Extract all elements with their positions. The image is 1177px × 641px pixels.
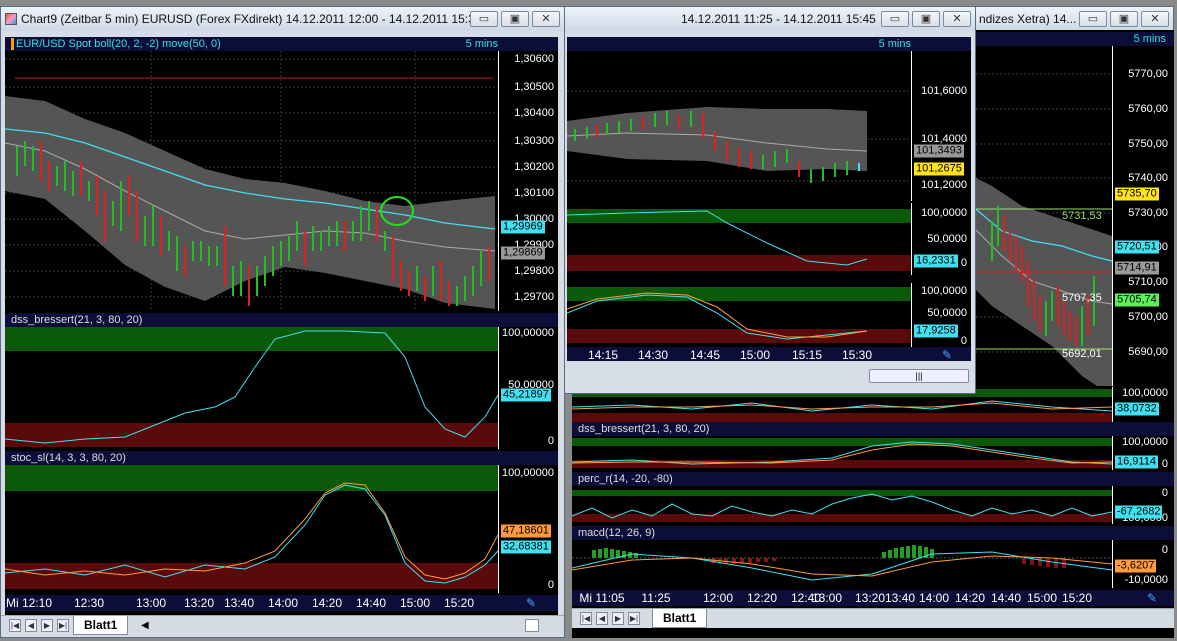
left-stoc-plot: [5, 465, 498, 593]
right-annotation-2: 5707,35: [1062, 292, 1102, 304]
middle-price-plot: [567, 90, 911, 183]
close-button[interactable]: ✕: [943, 11, 971, 27]
middle-osc1-axis: 100,0000 50,0000 0 16,2331: [911, 203, 971, 275]
middle-osc2-plot: [567, 283, 911, 347]
right-dss-plot: [572, 436, 1114, 470]
left-time-axis: Mi 12:10 12:30 13:00 13:20 13:40 14:00 1…: [5, 595, 558, 611]
pen-tool-icon[interactable]: ✎: [526, 595, 536, 611]
tag-gray: 5714,91: [1115, 261, 1159, 275]
sheet-tab-blatt1[interactable]: Blatt1: [73, 616, 129, 635]
pen-tool-icon[interactable]: ✎: [942, 347, 952, 361]
left-price-plot: [5, 51, 498, 311]
last-sheet-button[interactable]: ▶|: [628, 612, 640, 625]
sheet-tab-blatt1[interactable]: Blatt1: [652, 609, 708, 628]
tag-yellow: 5735,70: [1115, 187, 1159, 201]
minimize-button[interactable]: ▭: [470, 11, 498, 27]
next-sheet-button[interactable]: ▶: [612, 612, 624, 625]
close-button[interactable]: ✕: [532, 11, 560, 27]
right-interval: 5 mins: [1133, 33, 1166, 45]
tag-cyan: 5720,51: [1115, 240, 1159, 254]
middle-osc2-axis: 100,0000 50,0000 0 17,9258: [911, 283, 971, 347]
right-perc-plot: [572, 486, 1114, 524]
right-time-axis: Mi 11:05 11:25 12:00 12:20 12:40 13:00 1…: [572, 590, 1174, 606]
prev-sheet-button[interactable]: ◀: [25, 619, 37, 632]
right-macd-header: macd(12, 26, 9): [572, 526, 1174, 540]
left-stoc-axis: 100,00000 0 47,18601 32,68381: [498, 465, 558, 593]
last-sheet-button[interactable]: ▶|: [57, 619, 69, 632]
right-macd-axis: 0 -10,0000 -3,6207: [1112, 540, 1172, 588]
middle-window-titlebar[interactable]: 14.12.2011 11:25 - 14.12.2011 15:45 ▭ ▣ …: [561, 7, 975, 31]
right-dss-axis: 100,0000 0 16,9114: [1112, 436, 1172, 470]
minimize-button[interactable]: ▭: [881, 11, 909, 27]
maximize-button[interactable]: ▣: [912, 11, 940, 27]
left-chart-window: Chart9 (Zeitbar 5 min) EURUSD (Forex FXd…: [0, 6, 565, 638]
left-dss-axis: 100,00000 50,00000 0 45,21897: [498, 327, 558, 449]
middle-time-axis: 14:15 14:30 14:45 15:00 15:15 15:30 ✎: [567, 347, 971, 361]
left-window-titlebar[interactable]: Chart9 (Zeitbar 5 min) EURUSD (Forex FXd…: [1, 7, 564, 31]
minimize-button[interactable]: ▭: [1079, 11, 1107, 27]
tag-green: 5705,74: [1115, 293, 1159, 307]
first-sheet-button[interactable]: |◀: [9, 619, 21, 632]
left-chart-area: EUR/USD Spot boll(20, 2, -2) move(50, 0)…: [5, 37, 558, 615]
prev-sheet-button[interactable]: ◀: [596, 612, 608, 625]
right-perc-header: perc_r(14, -20, -80): [572, 472, 1174, 486]
right-dss-header: dss_bressert(21, 3, 80, 20): [572, 422, 1174, 436]
left-window-title: Chart9 (Zeitbar 5 min) EURUSD (Forex FXd…: [21, 12, 482, 26]
left-dss-header: dss_bressert(21, 3, 80, 20): [5, 313, 558, 327]
maximize-button[interactable]: ▣: [501, 11, 529, 27]
left-sheet-tabs: |◀ ◀ ▶ ▶| Blatt1 ◀: [1, 615, 564, 635]
chart-app-icon: [5, 13, 17, 25]
left-price-header: EUR/USD Spot boll(20, 2, -2) move(50, 0)…: [5, 37, 558, 51]
middle-osc1-plot: [567, 203, 911, 275]
right-sheet-tabs: |◀ ◀ ▶ ▶| Blatt1: [572, 608, 1174, 628]
left-stoc-header: stoc_sl(14, 3, 3, 80, 20): [5, 451, 558, 465]
right-macd-plot: [572, 540, 1114, 588]
right-price-axis: 5770,00 5760,00 5750,00 5740,00 5730,00 …: [1112, 46, 1172, 386]
middle-price-axis: 101,6000 101,4000 101,3493 101,2675 101,…: [911, 51, 971, 201]
price-tag-cyan: 1,29969: [501, 220, 545, 234]
right-annotation-3: 5692,01: [1062, 348, 1102, 360]
scroll-left-arrow[interactable]: ◀: [141, 620, 149, 631]
right-perc-axis: 0 -100,0000 -67,2682: [1112, 486, 1172, 524]
close-button[interactable]: ✕: [1141, 11, 1169, 27]
left-dss-plot: [5, 327, 498, 449]
next-sheet-button[interactable]: ▶: [41, 619, 53, 632]
price-tag-gray: 1,29869: [501, 246, 545, 260]
right-window-title: ndizes Xetra) 14...: [979, 12, 1077, 26]
middle-price-header: 5 mins: [567, 37, 971, 51]
scroll-thumb[interactable]: [525, 619, 539, 632]
middle-horizontal-scrollbar[interactable]: |||: [869, 369, 969, 383]
pen-tool-icon[interactable]: ✎: [1147, 590, 1157, 606]
middle-chart-window: 14.12.2011 11:25 - 14.12.2011 15:45 ▭ ▣ …: [560, 6, 976, 394]
right-annotation-1: 5731,53: [1062, 210, 1102, 222]
middle-window-title: 14.12.2011 11:25 - 14.12.2011 15:45: [681, 12, 876, 26]
left-price-axis: 1,30600 1,30500 1,30400 1,30300 1,30200 …: [498, 51, 558, 311]
middle-chart-area: 5 mins 101,6000 101,4000 101,3493 101,26…: [567, 37, 971, 361]
first-sheet-button[interactable]: |◀: [580, 612, 592, 625]
maximize-button[interactable]: ▣: [1110, 11, 1138, 27]
right-window-titlebar[interactable]: ndizes Xetra) 14... ▭ ▣ ✕: [965, 7, 1173, 31]
